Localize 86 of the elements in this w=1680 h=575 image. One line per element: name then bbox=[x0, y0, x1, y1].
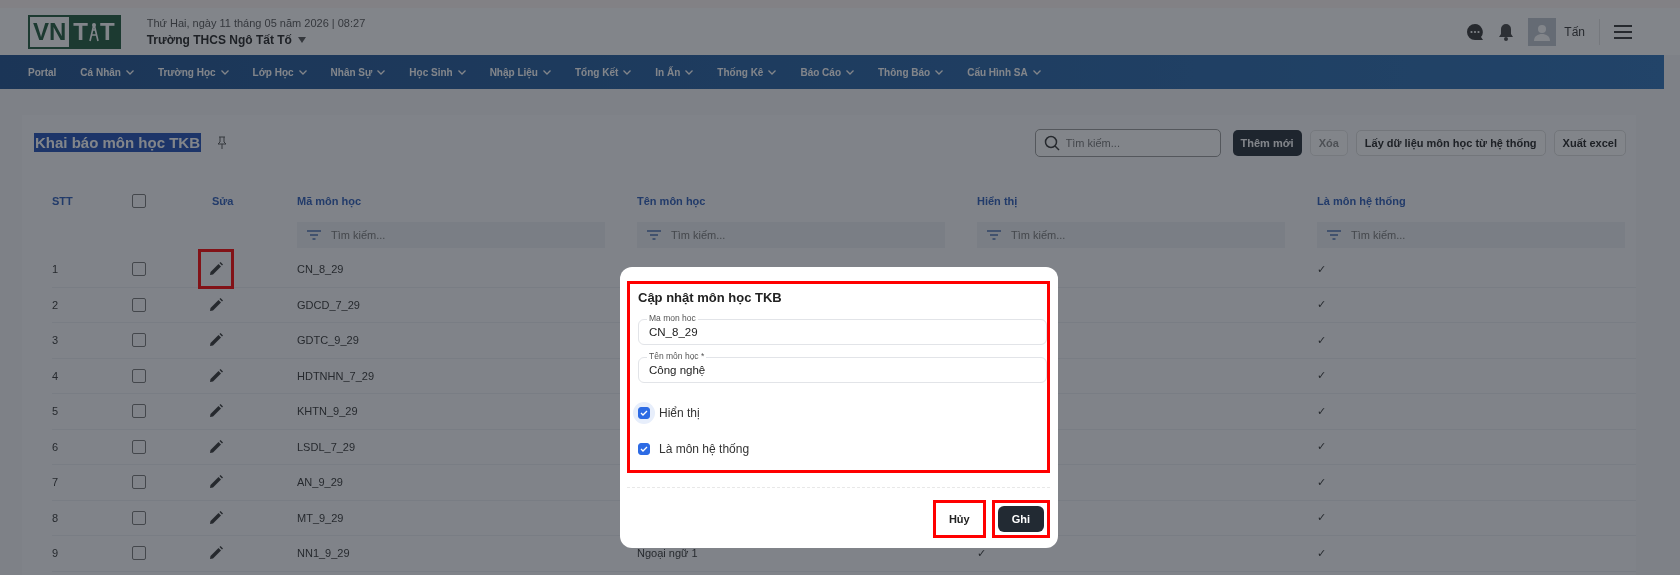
filter-icon bbox=[307, 230, 321, 240]
table-cell: 8 bbox=[52, 500, 132, 536]
pencil-icon[interactable] bbox=[209, 546, 223, 561]
toolbar-button[interactable]: Xuất excel bbox=[1553, 129, 1626, 156]
table-cell: 6 bbox=[52, 429, 132, 465]
dialog-title: Cập nhật môn học TKB bbox=[638, 290, 783, 305]
table-cell: 7 bbox=[52, 465, 132, 501]
nav-item[interactable]: Học Sinh bbox=[409, 66, 466, 78]
select-all-checkbox[interactable] bbox=[132, 194, 146, 208]
row-checkbox[interactable] bbox=[132, 333, 146, 348]
caret-icon bbox=[297, 36, 306, 43]
nav-item[interactable]: Thông Báo bbox=[878, 66, 944, 78]
check-mark: ✓ bbox=[1317, 369, 1326, 383]
nav-item[interactable]: Báo Cáo bbox=[800, 66, 854, 78]
row-checkbox[interactable] bbox=[132, 439, 146, 454]
filter-icon bbox=[647, 230, 661, 240]
check-mark: ✓ bbox=[1317, 475, 1326, 489]
nav-item[interactable]: Lớp Học bbox=[252, 66, 307, 78]
nav-item[interactable]: Thống Kê bbox=[717, 66, 777, 78]
check-mark: ✓ bbox=[1317, 262, 1326, 276]
field-label: Tên môn học * bbox=[647, 351, 707, 361]
chat-icon[interactable] bbox=[1466, 22, 1485, 41]
check-mark: ✓ bbox=[1317, 440, 1326, 454]
check-mark: ✓ bbox=[1317, 546, 1326, 560]
pencil-icon[interactable] bbox=[209, 475, 223, 490]
pencil-icon[interactable] bbox=[209, 368, 223, 383]
column-header[interactable]: Hiển thị bbox=[977, 184, 1317, 218]
table-cell: 3 bbox=[52, 323, 132, 359]
check-mark: ✓ bbox=[1317, 298, 1326, 312]
row-checkbox[interactable] bbox=[132, 297, 146, 312]
checkbox[interactable] bbox=[638, 407, 650, 419]
user-name[interactable]: Tấn bbox=[1564, 24, 1585, 39]
column-header[interactable]: Tên môn học bbox=[637, 184, 977, 218]
search-field[interactable]: Tìm kiếm... bbox=[1034, 128, 1221, 157]
nav-item[interactable]: Portal bbox=[28, 66, 57, 78]
menu-icon[interactable] bbox=[1614, 24, 1632, 39]
filter-icon bbox=[987, 230, 1001, 240]
bell-icon[interactable] bbox=[1498, 22, 1515, 41]
pencil-icon[interactable] bbox=[209, 297, 223, 312]
table-cell: 9 bbox=[52, 536, 132, 572]
field-label: Ma mon hoc bbox=[647, 313, 698, 323]
checkbox[interactable] bbox=[638, 443, 650, 455]
column-header[interactable]: Là môn hệ thống bbox=[1317, 184, 1636, 218]
row-checkbox[interactable] bbox=[132, 404, 146, 419]
date-text: Thứ Hai, ngày 11 tháng 05 năm 2026 | 08:27 bbox=[146, 16, 366, 29]
nav-item[interactable]: Trường Học bbox=[157, 66, 229, 78]
table-cell: Ngoại ngữ 1 bbox=[637, 547, 698, 560]
table-cell: 2 bbox=[52, 287, 132, 323]
check-mark: ✓ bbox=[1317, 511, 1326, 525]
nav-item[interactable]: Tổng Kết bbox=[575, 66, 632, 78]
table-cell: 1 bbox=[52, 252, 132, 288]
logo: VN T T bbox=[28, 14, 121, 49]
pencil-icon[interactable] bbox=[209, 510, 223, 525]
nav-item[interactable]: Cấu Hình SA bbox=[967, 66, 1041, 78]
nav-item[interactable]: In Ấn bbox=[655, 66, 694, 78]
checkbox-label[interactable]: Là môn hệ thống bbox=[659, 442, 750, 456]
column-header[interactable]: Sửa bbox=[202, 184, 297, 218]
column-header[interactable]: Mã môn học bbox=[297, 184, 637, 218]
nav-item[interactable]: Nhân Sự bbox=[330, 66, 386, 78]
table-cell: 5 bbox=[52, 394, 132, 430]
pencil-icon[interactable] bbox=[209, 404, 223, 419]
tower-icon bbox=[88, 21, 100, 42]
filter-icon bbox=[1327, 230, 1341, 240]
check-mark: ✓ bbox=[1317, 404, 1326, 418]
column-header[interactable]: STT bbox=[52, 184, 132, 218]
pencil-icon[interactable] bbox=[209, 262, 223, 277]
row-checkbox[interactable] bbox=[132, 475, 146, 490]
search-icon bbox=[1043, 134, 1060, 151]
toolbar-button[interactable]: Thêm mới bbox=[1232, 129, 1302, 156]
row-checkbox[interactable] bbox=[132, 510, 146, 525]
nav-item[interactable]: Cá Nhân bbox=[80, 66, 134, 78]
check-mark: ✓ bbox=[977, 546, 986, 560]
dialog-button[interactable]: Ghi bbox=[997, 506, 1044, 532]
table-cell: 4 bbox=[52, 358, 132, 394]
checkbox-label[interactable]: Hiển thị bbox=[659, 406, 700, 420]
row-checkbox[interactable] bbox=[132, 546, 146, 561]
pin-icon[interactable] bbox=[217, 135, 227, 150]
page-title: Khai báo môn học TKB bbox=[34, 133, 201, 152]
pencil-icon[interactable] bbox=[209, 333, 223, 348]
check-mark: ✓ bbox=[1317, 333, 1326, 347]
toolbar-button[interactable]: Lấy dữ liệu môn học từ hệ thống bbox=[1355, 129, 1546, 156]
row-checkbox[interactable] bbox=[132, 368, 146, 383]
nav-item[interactable]: Nhập Liệu bbox=[489, 66, 551, 78]
row-checkbox[interactable] bbox=[132, 262, 146, 277]
pencil-icon[interactable] bbox=[209, 439, 223, 454]
school-selector[interactable]: Trường THCS Ngô Tất Tố bbox=[146, 32, 366, 47]
